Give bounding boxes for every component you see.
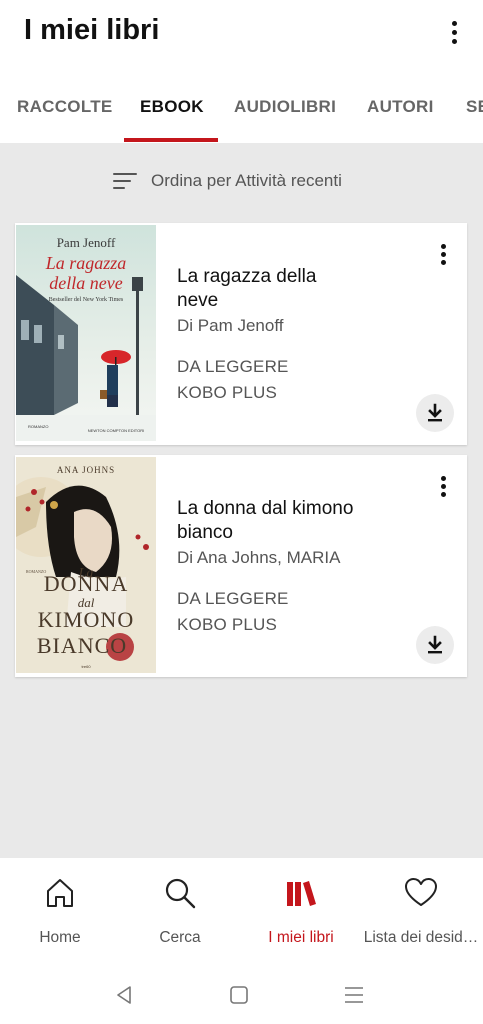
tab-autori[interactable]: AUTORI — [367, 97, 434, 117]
tab-ebook[interactable]: EBOOK — [140, 97, 204, 117]
book-card[interactable]: Pam Jenoff La ragazza della neve Bestsel… — [15, 223, 467, 445]
cover-text: KIMONO — [38, 607, 134, 632]
book-title[interactable]: La ragazza della neve — [177, 265, 357, 313]
tab-audiolibri[interactable]: AUDIOLIBRI — [234, 97, 336, 117]
nav-label: Home — [39, 929, 81, 946]
cover-text: della neve — [49, 273, 122, 293]
tab-bar: RACCOLTE EBOOK AUDIOLIBRI AUTORI SE — [0, 88, 483, 143]
book-menu-icon[interactable] — [433, 473, 453, 499]
cover-text: Pam Jenoff — [57, 235, 116, 250]
page-title: I miei libri — [24, 14, 160, 46]
back-icon[interactable] — [113, 984, 135, 1006]
book-author: Di Ana Johns, MARIA — [177, 548, 341, 567]
home-button-icon[interactable] — [228, 984, 250, 1006]
library-icon — [287, 881, 316, 906]
tab-serie[interactable]: SE — [466, 97, 483, 117]
download-button[interactable] — [416, 626, 454, 664]
active-tab-indicator — [124, 138, 218, 142]
download-icon — [428, 635, 442, 654]
cover-text: ROMANZO — [28, 424, 48, 429]
download-icon — [428, 403, 442, 422]
nav-home[interactable]: Home — [0, 876, 120, 947]
nav-wishlist[interactable]: Lista dei desid… — [361, 876, 481, 947]
nav-my-books[interactable]: I miei libri — [241, 876, 361, 947]
reading-status: DA LEGGERE — [177, 357, 289, 376]
cover-text: DONNA — [44, 571, 128, 596]
cover-text: La ragazza — [45, 253, 127, 273]
search-icon — [165, 878, 196, 909]
cover-text: tre60 — [81, 664, 91, 669]
nav-label: I miei libri — [268, 929, 334, 946]
home-icon — [47, 879, 73, 907]
heart-icon — [405, 878, 437, 906]
subscription-label: KOBO PLUS — [177, 615, 278, 634]
book-cover[interactable]: Pam Jenoff La ragazza della neve Bestsel… — [16, 225, 156, 441]
book-card[interactable]: ANA JOHNS ROMANZO La DONNA dal KIMONO BI… — [15, 455, 467, 677]
sort-label: Ordina per Attività recenti — [151, 171, 342, 190]
overflow-menu-icon[interactable] — [443, 16, 465, 48]
recent-apps-icon[interactable] — [343, 984, 365, 1006]
cover-text: BIANCO — [37, 633, 127, 658]
sort-control[interactable]: Ordina per Attività recenti — [0, 160, 483, 200]
bottom-navigation: Home Cerca I miei libri Lista dei desid… — [0, 858, 483, 962]
book-status: DA LEGGERE KOBO PLUS — [177, 354, 289, 406]
nav-label: Lista dei desid… — [363, 929, 479, 946]
top-app-bar: I miei libri RACCOLTE EBOOK AUDIOLIBRI A… — [0, 0, 483, 143]
nav-search[interactable]: Cerca — [120, 876, 240, 947]
download-button[interactable] — [416, 394, 454, 432]
book-menu-icon[interactable] — [433, 241, 453, 267]
book-cover[interactable]: ANA JOHNS ROMANZO La DONNA dal KIMONO BI… — [16, 457, 156, 673]
book-title[interactable]: La donna dal kimono bianco — [177, 497, 357, 545]
system-navigation-bar — [0, 962, 483, 1024]
tab-raccolte[interactable]: RACCOLTE — [17, 97, 113, 117]
cover-text: Bestseller del New York Times — [49, 297, 124, 303]
cover-text: ANA JOHNS — [57, 465, 115, 475]
book-status: DA LEGGERE KOBO PLUS — [177, 586, 289, 638]
subscription-label: KOBO PLUS — [177, 383, 278, 402]
sort-icon — [113, 171, 139, 191]
nav-label: Cerca — [159, 929, 201, 946]
cover-text: NEWTON COMPTON EDITORI — [88, 428, 144, 433]
reading-status: DA LEGGERE — [177, 589, 289, 608]
book-author: Di Pam Jenoff — [177, 316, 284, 335]
